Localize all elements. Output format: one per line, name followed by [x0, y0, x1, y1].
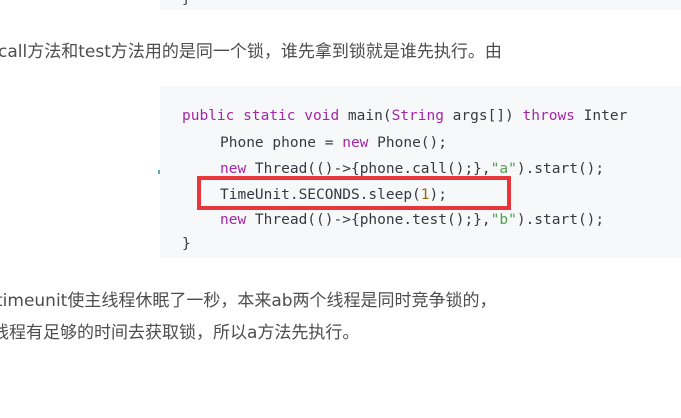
highlight-annotation-box — [197, 176, 511, 210]
keyword-static: static — [243, 108, 296, 124]
code-line-main-signature: public static void main(String args[]) t… — [182, 106, 627, 126]
code-text: Phone(); — [368, 135, 447, 151]
code-line-phone-decl: Phone phone = new Phone(); — [220, 133, 447, 153]
string-literal: "b" — [490, 212, 517, 228]
code-block-edge-marker — [158, 170, 160, 174]
code-text: args[]) — [443, 108, 523, 124]
code-text: ).start(); — [516, 161, 605, 177]
code-text: Thread(()->{phone.call();}, — [246, 161, 491, 177]
code-text: main( — [339, 108, 392, 124]
explanation-paragraph-3: 线程有足够的时间去获取锁，所以a方法先执行。 — [0, 323, 360, 343]
keyword-void: void — [304, 108, 340, 124]
explanation-paragraph-2: timeunit使主线程休眠了一秒，本来ab两个线程是同时竞争锁的， — [0, 291, 497, 311]
type-string: String — [391, 108, 444, 124]
closing-brace: } — [182, 0, 190, 7]
explanation-paragraph-1: call方法和test方法用的是同一个锁，谁先拿到锁就是谁先执行。由 — [0, 42, 502, 62]
code-text: Thread(()->{phone.test();}, — [246, 212, 491, 228]
keyword-new: new — [342, 135, 369, 151]
code-text: ).start(); — [516, 212, 605, 228]
keyword-new: new — [220, 161, 247, 177]
previous-code-block: } — [160, 0, 681, 10]
code-text: Inter — [574, 108, 628, 124]
keyword-new: new — [220, 212, 247, 228]
code-block: public static void main(String args[]) t… — [160, 86, 681, 258]
string-literal: "a" — [490, 161, 517, 177]
code-text: Phone phone = — [220, 135, 343, 151]
keyword-public: public — [182, 108, 235, 124]
keyword-throws: throws — [522, 108, 575, 124]
code-line-thread-b: new Thread(()->{phone.test();},"b").star… — [220, 210, 604, 230]
code-line-closing-brace: } — [182, 236, 191, 252]
